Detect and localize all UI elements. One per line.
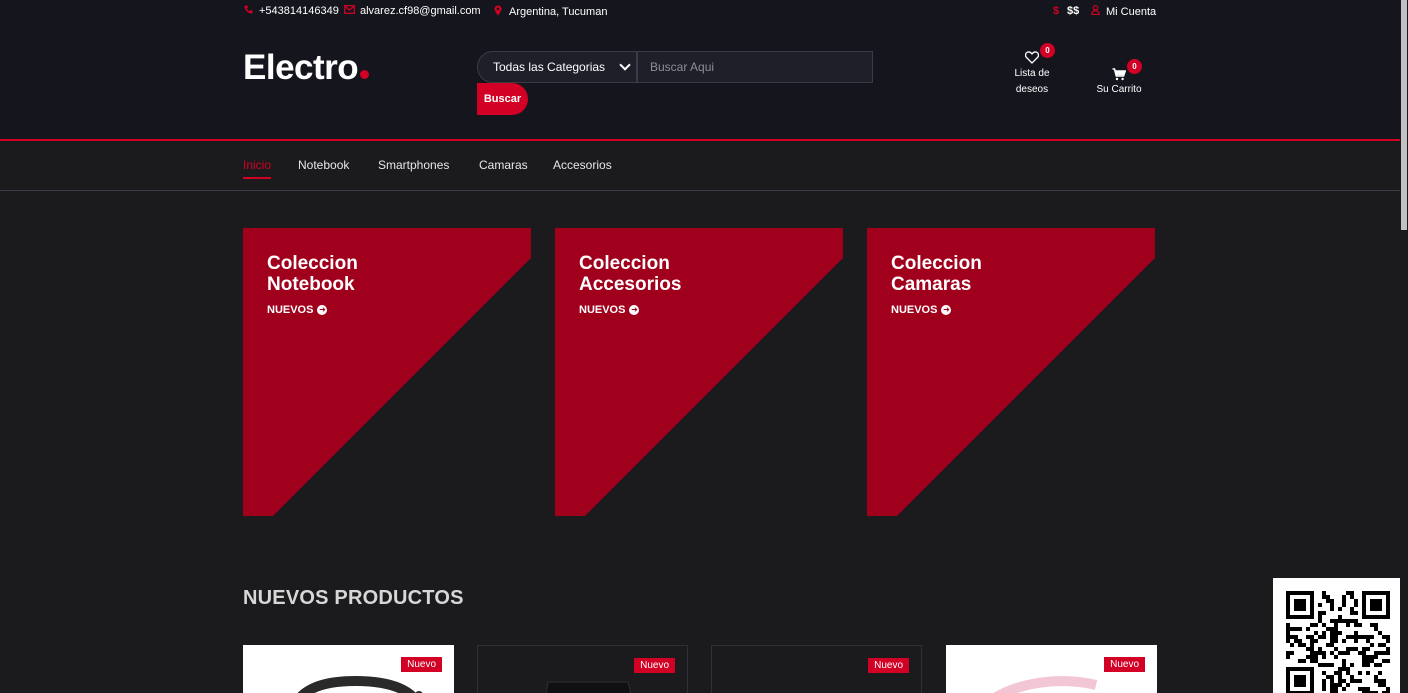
- collection-cta[interactable]: NUEVOS ➜: [267, 304, 328, 316]
- location-text: Argentina, Tucuman: [509, 6, 608, 18]
- account-text: Mi Cuenta: [1106, 5, 1157, 18]
- collection-cta[interactable]: NUEVOS ➜: [579, 304, 640, 316]
- product-card[interactable]: Nuevo: [477, 645, 688, 693]
- phone-text: +543814146349: [259, 5, 339, 17]
- email-text: alvarez.cf98@gmail.com: [360, 5, 481, 17]
- account-link[interactable]: Mi Cuenta: [1090, 4, 1157, 18]
- arrow-circle-right-icon: ➜: [941, 305, 952, 315]
- scrollbar[interactable]: [1400, 0, 1408, 693]
- cart-count-badge: 0: [1127, 59, 1142, 74]
- category-select-value: Todas las Categorias: [493, 60, 606, 74]
- nav-item-smartphones[interactable]: Smartphones: [378, 158, 449, 172]
- product-card[interactable]: Nuevo: [946, 645, 1157, 693]
- logo-dot: [360, 70, 370, 79]
- search-placeholder: Buscar Aqui: [650, 60, 715, 74]
- top-bar: +543814146349 alvarez.cf98@gmail.com Arg…: [0, 0, 1400, 25]
- collection-card-notebook[interactable]: Coleccion Notebook NUEVOS ➜: [243, 228, 531, 516]
- currency-link[interactable]: $ $$: [1051, 5, 1079, 17]
- logo[interactable]: Electro: [243, 48, 370, 88]
- new-badge: Nuevo: [1104, 657, 1145, 672]
- main-nav: Inicio Notebook Smartphones Camaras Acce…: [0, 141, 1400, 191]
- page: +543814146349 alvarez.cf98@gmail.com Arg…: [0, 0, 1408, 693]
- map-marker-icon: [493, 5, 503, 19]
- collection-title: Coleccion Camaras: [891, 253, 982, 295]
- product-card[interactable]: Nuevo: [711, 645, 922, 693]
- wishlist-count-badge: 0: [1040, 43, 1055, 58]
- phone-icon: [243, 5, 253, 17]
- location-link[interactable]: Argentina, Tucuman: [493, 5, 607, 19]
- new-badge: Nuevo: [401, 657, 442, 672]
- collection-cta[interactable]: NUEVOS ➜: [891, 304, 952, 316]
- qr-code: [1273, 578, 1401, 693]
- envelope-icon: [344, 5, 355, 17]
- qr-code-image: [1286, 591, 1390, 693]
- product-card[interactable]: Nuevo: [243, 645, 454, 693]
- currency-text: $$: [1067, 5, 1080, 17]
- section-title: NUEVOS PRODUCTOS: [243, 587, 464, 609]
- new-badge: Nuevo: [868, 658, 909, 673]
- logo-text: Electro: [243, 48, 359, 87]
- nav-item-camaras[interactable]: Camaras: [479, 158, 528, 172]
- wishlist-label-line1: Lista de: [1014, 68, 1050, 79]
- user-icon: [1090, 4, 1100, 18]
- scrollbar-thumb[interactable]: [1401, 0, 1407, 230]
- search-input[interactable]: Buscar Aqui: [637, 51, 873, 83]
- wishlist-label-line2: deseos: [1015, 84, 1049, 95]
- nav-item-inicio[interactable]: Inicio: [243, 158, 272, 179]
- cart-label: Su Carrito: [1096, 84, 1142, 95]
- collection-title: Coleccion Notebook: [267, 253, 358, 295]
- arrow-circle-right-icon: ➜: [629, 305, 640, 315]
- collection-card-accesorios[interactable]: Coleccion Accesorios NUEVOS ➜: [555, 228, 843, 516]
- nav-item-notebook[interactable]: Notebook: [298, 158, 349, 172]
- email-link[interactable]: alvarez.cf98@gmail.com: [344, 5, 481, 17]
- chevron-down-icon: [619, 59, 631, 71]
- collection-card-camaras[interactable]: Coleccion Camaras NUEVOS ➜: [867, 228, 1155, 516]
- nav-item-accesorios[interactable]: Accesorios: [553, 158, 612, 172]
- dollar-icon: $: [1052, 5, 1060, 17]
- arrow-circle-right-icon: ➜: [317, 305, 328, 315]
- collection-title: Coleccion Accesorios: [579, 253, 682, 295]
- search-button[interactable]: Buscar: [477, 83, 528, 115]
- phone-link[interactable]: +543814146349: [243, 5, 339, 17]
- new-badge: Nuevo: [634, 658, 675, 673]
- category-select[interactable]: Todas las Categorias: [477, 51, 637, 83]
